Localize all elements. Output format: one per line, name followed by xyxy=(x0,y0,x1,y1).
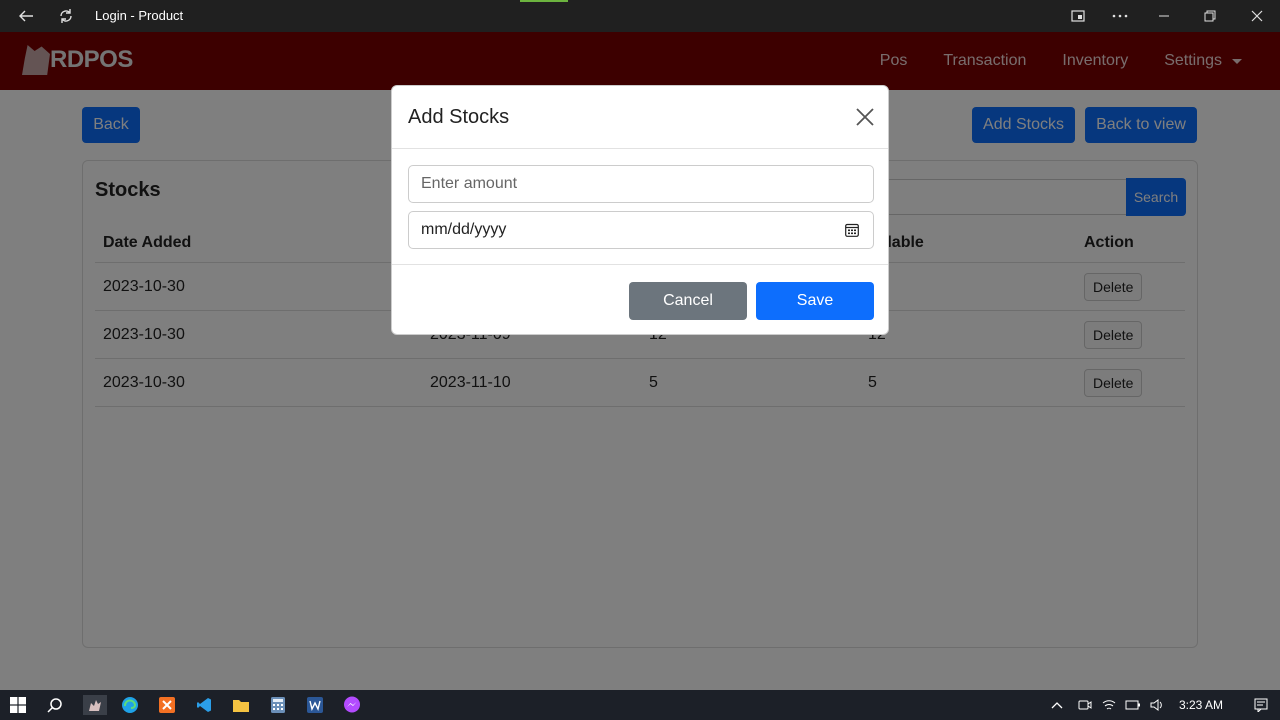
meet-now-icon[interactable] xyxy=(1073,699,1097,711)
amount-placeholder: Enter amount xyxy=(421,175,518,192)
vscode-icon[interactable] xyxy=(194,695,214,715)
edge-browser-icon[interactable] xyxy=(120,695,140,715)
restore-icon[interactable] xyxy=(1198,0,1222,32)
back-arrow-icon[interactable] xyxy=(14,0,38,32)
calendar-icon[interactable] xyxy=(845,223,859,237)
titlebar-accent xyxy=(520,0,568,2)
modal-body: Enter amount mm/dd/yyyy xyxy=(392,149,888,265)
refresh-icon[interactable] xyxy=(54,0,78,32)
modal-header: Add Stocks xyxy=(392,86,888,149)
messenger-icon[interactable] xyxy=(342,695,362,715)
close-icon[interactable] xyxy=(854,106,876,128)
notification-icon[interactable] xyxy=(1249,698,1273,712)
amount-input[interactable]: Enter amount xyxy=(408,165,874,203)
word-icon[interactable] xyxy=(305,695,325,715)
calculator-icon[interactable] xyxy=(268,695,288,715)
battery-icon[interactable] xyxy=(1121,700,1145,710)
date-placeholder: mm/dd/yyyy xyxy=(421,221,507,238)
minimize-icon[interactable] xyxy=(1152,0,1176,32)
modal-title: Add Stocks xyxy=(408,106,510,128)
xampp-icon[interactable] xyxy=(157,695,177,715)
window-titlebar: Login - Product xyxy=(0,0,1280,32)
volume-icon[interactable] xyxy=(1145,699,1169,711)
search-icon[interactable] xyxy=(45,695,65,715)
rdpos-app-icon[interactable] xyxy=(83,695,107,715)
system-tray: 3:23 AM xyxy=(1049,690,1273,720)
window-title: Login - Product xyxy=(95,8,184,23)
modal-footer: Cancel Save xyxy=(392,265,888,335)
wifi-icon[interactable] xyxy=(1097,699,1121,711)
chevron-up-icon[interactable] xyxy=(1049,701,1065,709)
date-input[interactable]: mm/dd/yyyy xyxy=(408,211,874,249)
windows-taskbar: 3:23 AM xyxy=(0,690,1280,720)
windows-start-icon[interactable] xyxy=(8,695,28,715)
file-explorer-icon[interactable] xyxy=(231,695,251,715)
clock-time[interactable]: 3:23 AM xyxy=(1179,698,1223,712)
cast-icon[interactable] xyxy=(1066,0,1090,32)
more-options-icon[interactable] xyxy=(1108,0,1132,32)
add-stocks-modal: Add Stocks Enter amount mm/dd/yyyy Cance… xyxy=(391,85,889,335)
save-button[interactable]: Save xyxy=(756,282,874,320)
close-window-icon[interactable] xyxy=(1245,0,1269,32)
cancel-button[interactable]: Cancel xyxy=(629,282,747,320)
